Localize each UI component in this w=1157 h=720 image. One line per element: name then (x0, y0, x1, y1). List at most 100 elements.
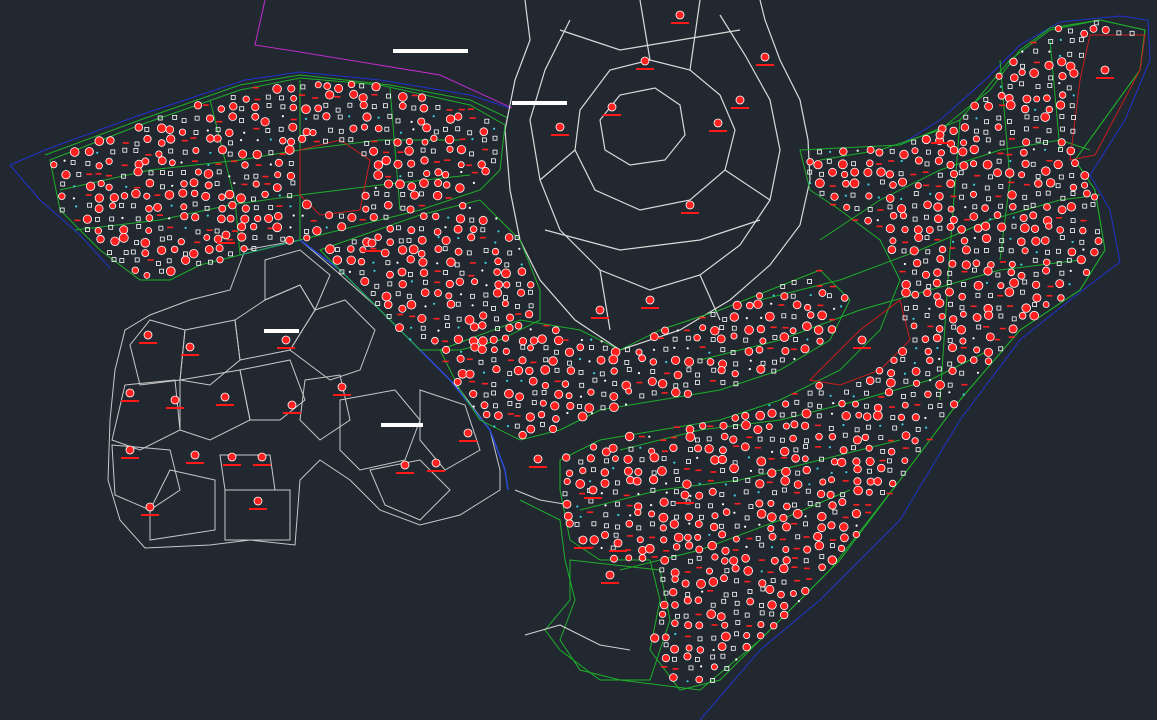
lot-point-marker (373, 269, 376, 272)
lot-point-marker (637, 372, 641, 375)
lot-tree-symbol (164, 190, 175, 200)
lot-tree-symbol (419, 178, 429, 188)
lot-building-symbol (924, 235, 930, 241)
lot-label-tick (707, 425, 714, 428)
lot-label-tick (793, 491, 800, 494)
lot-point-marker (1048, 50, 1051, 53)
lot-label-tick (709, 380, 716, 382)
lot-building-symbol (490, 158, 496, 164)
lot-tree-symbol (1029, 310, 1039, 321)
lot-tree-symbol (625, 387, 633, 395)
lot-tree-symbol (349, 89, 359, 99)
lot-point-marker (1059, 38, 1062, 42)
lot-tree-symbol (693, 334, 701, 342)
lot-point-marker (806, 338, 809, 341)
parcel-symbol (857, 335, 867, 345)
lot-building-symbol (387, 113, 393, 119)
lot-building-symbol (454, 262, 460, 268)
lot-building-symbol (659, 619, 665, 625)
lot-point-marker (460, 170, 463, 174)
lot-building-symbol (708, 503, 713, 509)
lot-tree-symbol (981, 204, 989, 212)
lot-building-symbol (466, 250, 472, 256)
lot-tree-symbol (541, 381, 550, 390)
parcel-label-bar (249, 508, 267, 510)
blue-division-line (239, 239, 509, 491)
lot-tree-symbol (177, 238, 185, 246)
lot-tree-symbol (564, 347, 575, 357)
lot-building-symbol (651, 390, 657, 396)
lot-tree-symbol (501, 299, 509, 307)
lot-point-marker (1020, 263, 1023, 266)
lot-building-symbol (887, 467, 893, 473)
lot-building-symbol (1068, 28, 1073, 34)
lot-tree-symbol (828, 476, 836, 484)
lot-tree-symbol (779, 513, 788, 523)
lot-tree-symbol (753, 299, 763, 309)
lot-point-marker (771, 450, 774, 453)
lot-label-tick (661, 392, 668, 394)
lot-building-symbol (554, 349, 559, 355)
lot-building-symbol (975, 292, 981, 298)
lot-building-symbol (418, 226, 424, 232)
lot-building-symbol (734, 523, 740, 529)
lot-tree-symbol (840, 294, 849, 302)
lot-building-symbol (699, 514, 704, 520)
lot-building-symbol (400, 205, 406, 211)
lot-tree-symbol (477, 344, 487, 354)
lot-point-marker (493, 127, 496, 130)
lot-building-symbol (928, 404, 933, 410)
lot-point-marker (612, 467, 615, 470)
lot-point-marker (793, 357, 796, 361)
lot-building-symbol (1011, 316, 1017, 322)
parcel-label-bar (641, 307, 659, 309)
lot-tree-symbol (901, 401, 909, 409)
lot-tree-symbol (216, 256, 224, 264)
lot-building-symbol (974, 248, 979, 254)
lot-building-symbol (507, 250, 513, 256)
lot-building-symbol (887, 458, 892, 464)
lot-building-symbol (782, 487, 787, 493)
lot-label-tick (383, 151, 390, 154)
lot-label-tick (310, 220, 317, 222)
lot-tree-symbol (636, 536, 644, 544)
lot-point-marker (1082, 248, 1085, 251)
lot-building-symbol (757, 436, 763, 442)
cad-drawing-viewport[interactable] (0, 0, 1157, 720)
lot-building-symbol (988, 293, 993, 299)
lot-label-tick (830, 285, 836, 288)
lot-tree-symbol (1007, 268, 1016, 277)
lot-label-tick (587, 511, 594, 513)
lot-tree-symbol (949, 315, 958, 324)
lot-tree-symbol (1101, 25, 1110, 34)
lot-tree-symbol (755, 499, 764, 508)
lot-tree-symbol (1056, 226, 1064, 234)
lot-tree-symbol (802, 465, 811, 475)
lot-building-symbol (159, 184, 165, 190)
lot-building-symbol (819, 554, 825, 559)
lot-building-symbol (651, 470, 657, 476)
lot-tree-symbol (815, 433, 823, 441)
lot-tree-symbol (729, 435, 738, 444)
lot-label-tick (781, 456, 788, 459)
lot-tree-symbol (729, 312, 740, 322)
lot-building-symbol (996, 305, 1002, 311)
lot-building-symbol (803, 521, 808, 527)
lot-tree-symbol (204, 245, 214, 254)
lot-label-tick (334, 96, 341, 98)
lot-tree-symbol (650, 633, 660, 643)
lot-tree-symbol (1005, 100, 1016, 110)
lot-tree-symbol (445, 292, 453, 300)
lot-tree-symbol (800, 344, 810, 354)
lot-building-symbol (216, 169, 222, 175)
lot-tree-symbol (180, 212, 189, 221)
lot-tree-symbol (1090, 247, 1099, 257)
lot-tree-symbol (782, 546, 790, 554)
lot-tree-symbol (213, 134, 222, 143)
lot-label-tick (661, 450, 668, 453)
lot-building-symbol (807, 402, 813, 408)
lot-building-symbol (107, 250, 112, 256)
lot-tree-symbol (249, 222, 258, 231)
lot-tree-symbol (434, 178, 443, 187)
lot-building-symbol (577, 404, 582, 409)
